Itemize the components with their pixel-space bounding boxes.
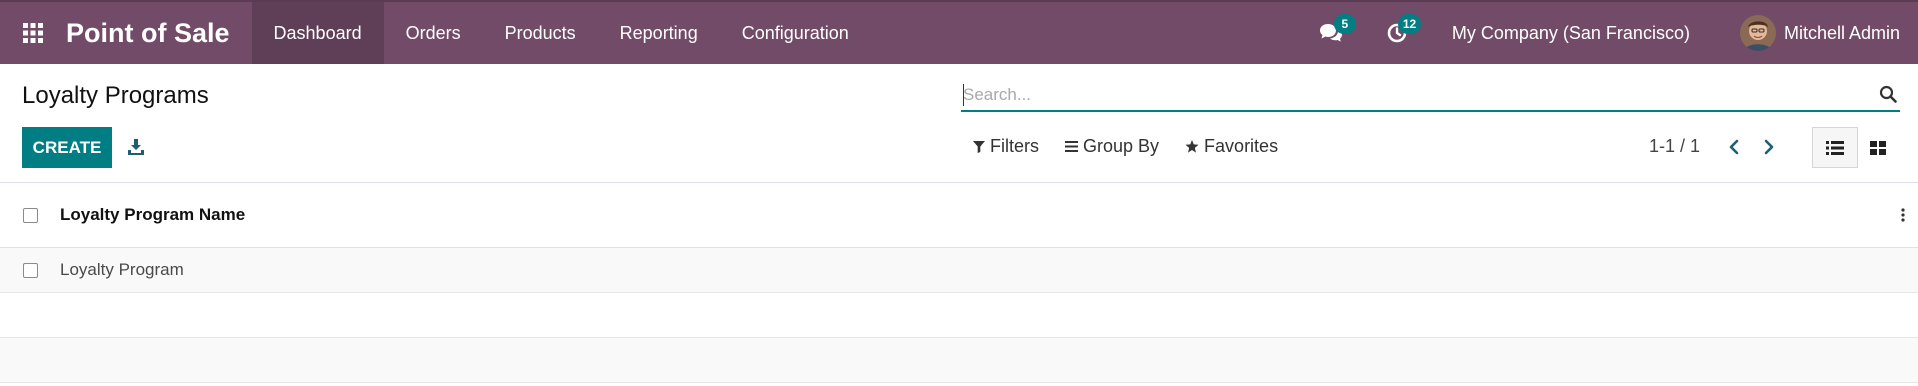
messages-button[interactable]: 5: [1312, 13, 1356, 53]
kanban-view-icon: [1870, 140, 1886, 155]
filters-dropdown[interactable]: Filters: [973, 136, 1039, 157]
bars-icon: [1065, 141, 1078, 152]
list-view-icon: [1826, 140, 1844, 155]
search-input[interactable]: [963, 82, 1843, 108]
messages-badge: 5: [1333, 14, 1356, 34]
list-view: Loyalty Program Name Loyalty Program: [0, 182, 1918, 383]
search-options: Filters Group By Favorites: [973, 136, 1304, 157]
search-icon[interactable]: [1876, 82, 1900, 106]
empty-row: [0, 338, 1918, 383]
favorites-dropdown[interactable]: Favorites: [1185, 136, 1278, 157]
menu-dashboard[interactable]: Dashboard: [251, 2, 384, 64]
navbar-systray: 5 12 My Company (San Francisco) Mitchell…: [1302, 2, 1918, 64]
select-all-checkbox[interactable]: [23, 207, 38, 223]
group-by-label: Group By: [1083, 136, 1160, 156]
search-bar: [961, 78, 1900, 112]
group-by-dropdown[interactable]: Group By: [1065, 136, 1159, 157]
pager-value[interactable]: 1-1 / 1: [1649, 136, 1700, 157]
apps-grid-icon[interactable]: [0, 1, 66, 65]
app-name[interactable]: Point of Sale: [66, 18, 230, 49]
optional-columns-icon[interactable]: [1898, 205, 1908, 225]
activities-badge: 12: [1397, 14, 1422, 34]
empty-row: [0, 293, 1918, 338]
chevron-right-icon[interactable]: [1757, 134, 1781, 160]
star-icon: [1185, 140, 1199, 153]
row-checkbox[interactable]: [23, 262, 38, 278]
loyalty-program-name-cell: Loyalty Program: [60, 260, 184, 279]
create-button[interactable]: CREATE: [22, 127, 112, 168]
text-caret: [963, 84, 964, 106]
table-row[interactable]: Loyalty Program: [0, 248, 1918, 293]
column-header-name[interactable]: Loyalty Program Name: [60, 205, 245, 225]
filters-label: Filters: [990, 136, 1039, 156]
menu-reporting[interactable]: Reporting: [598, 2, 720, 64]
company-switcher[interactable]: My Company (San Francisco): [1452, 23, 1690, 44]
list-view-button[interactable]: [1812, 127, 1858, 168]
user-name: Mitchell Admin: [1783, 22, 1900, 43]
avatar: [1739, 15, 1776, 51]
favorites-label: Favorites: [1204, 136, 1279, 156]
menu-products[interactable]: Products: [483, 2, 598, 64]
menu-configuration[interactable]: Configuration: [720, 2, 871, 64]
filter-icon: [973, 140, 985, 153]
page-title: Loyalty Programs: [22, 82, 209, 109]
chevron-left-icon[interactable]: [1722, 134, 1746, 160]
activities-button[interactable]: 12: [1378, 13, 1422, 53]
kanban-view-button[interactable]: [1858, 127, 1898, 168]
download-icon[interactable]: [124, 134, 148, 160]
user-menu[interactable]: Mitchell Admin: [1739, 15, 1900, 51]
list-header: Loyalty Program Name: [0, 182, 1918, 248]
menu-orders[interactable]: Orders: [384, 2, 483, 64]
top-navbar: Point of Sale Dashboard Orders Products …: [0, 0, 1918, 64]
